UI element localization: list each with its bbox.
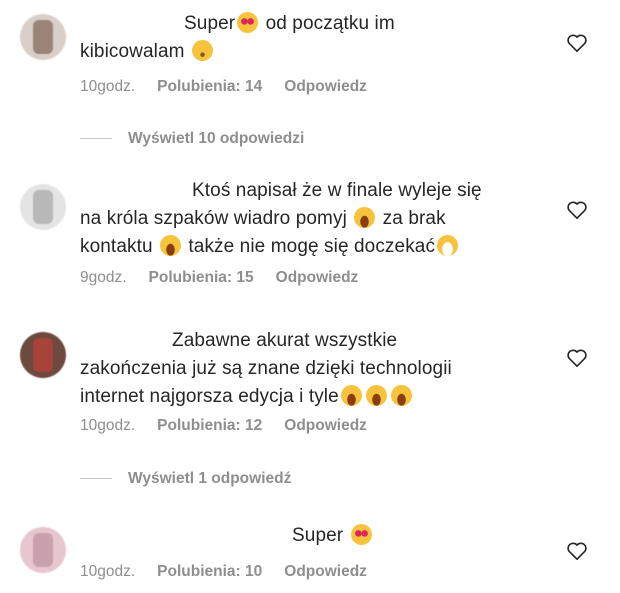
laughing-tears-emoji-icon bbox=[390, 385, 412, 406]
view-replies-label: Wyświetl 10 odpowiedzi bbox=[128, 130, 305, 147]
view-replies-button[interactable]: Wyświetl 10 odpowiedzi bbox=[80, 130, 304, 148]
likes-count[interactable]: Polubienia: 14 bbox=[157, 78, 262, 95]
comment-text-line: zakończenia już są znane dzięki technolo… bbox=[80, 358, 452, 379]
comment-meta: 10godz. Polubienia: 14 Odpowiedz bbox=[80, 78, 389, 96]
heart-eyes-emoji-icon bbox=[237, 12, 259, 33]
comment-text: Super bbox=[80, 522, 550, 550]
avatar[interactable] bbox=[20, 332, 66, 378]
likes-count[interactable]: Polubienia: 10 bbox=[157, 563, 262, 580]
view-replies-button[interactable]: Wyświetl 1 odpowiedź bbox=[80, 470, 291, 488]
timestamp: 9godz. bbox=[80, 269, 127, 286]
likes-count[interactable]: Polubienia: 15 bbox=[149, 269, 254, 286]
comment-text-line: Zabawne akurat wszystkie bbox=[172, 330, 398, 351]
reply-button[interactable]: Odpowiedz bbox=[276, 269, 359, 286]
comment-text-fragment: za brak bbox=[377, 208, 446, 229]
laughing-tears-emoji-icon bbox=[160, 235, 182, 256]
laughing-tears-emoji-icon bbox=[365, 385, 387, 406]
comment-text: Zabawne akurat wszystkie zakończenia już… bbox=[80, 327, 550, 411]
reply-button[interactable]: Odpowiedz bbox=[284, 78, 367, 95]
comment-text-fragment: na króla szpaków wiadro pomyj bbox=[80, 208, 353, 229]
wink-emoji-icon bbox=[191, 40, 213, 61]
laughing-tears-emoji-icon bbox=[354, 207, 376, 228]
like-heart-icon[interactable] bbox=[566, 200, 588, 220]
reply-button[interactable]: Odpowiedz bbox=[284, 563, 367, 580]
like-heart-icon[interactable] bbox=[566, 348, 588, 368]
comment-text: Ktoś napisał że w finale wyleje się na k… bbox=[80, 177, 550, 261]
like-heart-icon[interactable] bbox=[566, 541, 588, 561]
likes-count[interactable]: Polubienia: 12 bbox=[157, 417, 262, 434]
heart-eyes-emoji-icon bbox=[350, 524, 372, 545]
comment-text-fragment: Super bbox=[184, 13, 236, 34]
grin-emoji-icon bbox=[437, 235, 459, 256]
timestamp: 10godz. bbox=[80, 78, 136, 95]
comment-text-fragment: kibicowalam bbox=[80, 41, 190, 62]
comment-text-fragment: internet najgorsza edycja i tyle bbox=[80, 386, 339, 407]
timestamp: 10godz. bbox=[80, 417, 136, 434]
comment-meta: 10godz. Polubienia: 10 Odpowiedz bbox=[80, 563, 389, 581]
comment-text-fragment: kontaktu bbox=[80, 236, 159, 257]
comment-meta: 9godz. Polubienia: 15 Odpowiedz bbox=[80, 269, 380, 287]
comment-text-fragment: Super bbox=[292, 525, 349, 546]
view-replies-label: Wyświetl 1 odpowiedź bbox=[128, 470, 292, 487]
comment-meta: 10godz. Polubienia: 12 Odpowiedz bbox=[80, 417, 389, 435]
comment-text-fragment: od początku im bbox=[260, 13, 395, 34]
reply-button[interactable]: Odpowiedz bbox=[284, 417, 367, 434]
comment-text-line: Ktoś napisał że w finale wyleje się bbox=[192, 180, 482, 201]
avatar[interactable] bbox=[20, 184, 66, 230]
avatar[interactable] bbox=[20, 14, 66, 60]
comment-text-fragment: także nie mogę się doczekać bbox=[183, 236, 436, 257]
like-heart-icon[interactable] bbox=[566, 33, 588, 53]
comment-text: Super od początku im kibicowalam bbox=[80, 10, 550, 66]
laughing-tears-emoji-icon bbox=[340, 385, 362, 406]
avatar[interactable] bbox=[20, 527, 66, 573]
divider bbox=[80, 138, 112, 140]
timestamp: 10godz. bbox=[80, 563, 136, 580]
divider bbox=[80, 478, 112, 480]
